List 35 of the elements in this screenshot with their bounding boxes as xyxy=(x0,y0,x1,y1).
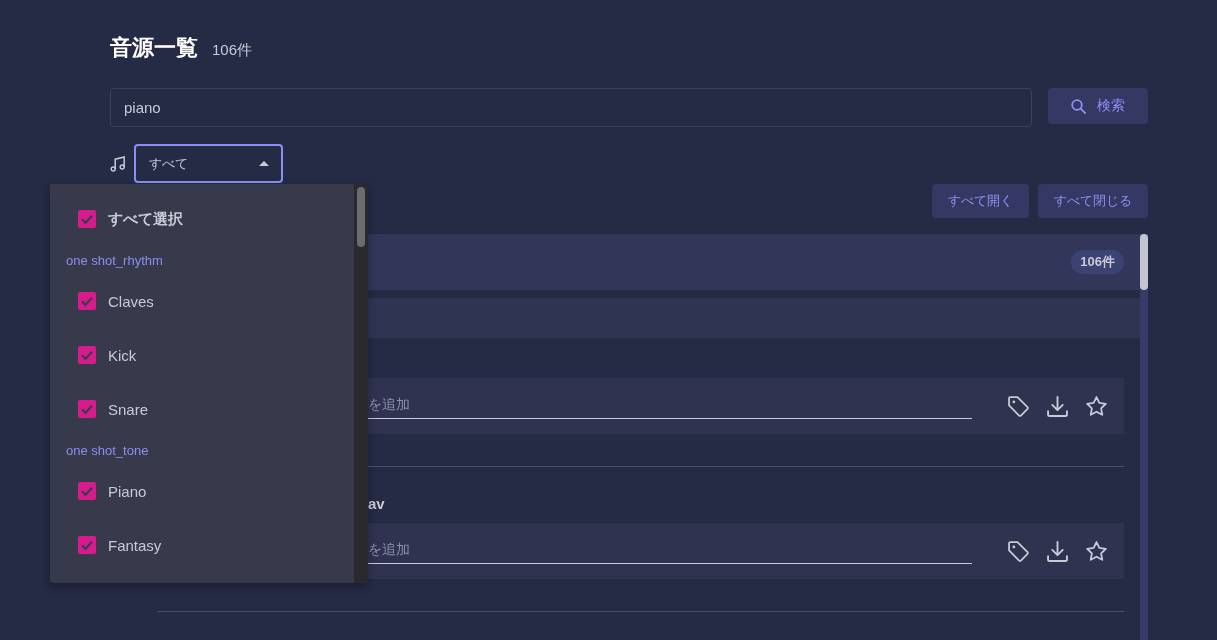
option-label: Kick xyxy=(108,346,137,364)
result-count: 106件 xyxy=(212,41,253,60)
search-button[interactable]: 検索 xyxy=(1048,88,1148,124)
checkbox[interactable] xyxy=(78,482,96,500)
option-label: Claves xyxy=(108,292,154,310)
checkbox[interactable] xyxy=(78,400,96,418)
file-name: av xyxy=(368,494,385,512)
download-icon[interactable] xyxy=(1047,395,1068,417)
tag-input-field[interactable]: を追加 xyxy=(368,534,972,564)
option-label: すべて選択 xyxy=(108,209,183,229)
download-icon[interactable] xyxy=(1047,540,1068,562)
option-label: Piano xyxy=(108,482,147,500)
toolbar-button[interactable]: すべて閉じる xyxy=(1038,184,1148,218)
caret-up-icon xyxy=(259,161,269,166)
toolbar-button[interactable]: すべて開く xyxy=(932,184,1029,218)
checkbox[interactable] xyxy=(78,346,96,364)
count-badge: 106件 xyxy=(1071,250,1124,274)
scrollbar-thumb[interactable] xyxy=(357,187,365,247)
category-select[interactable]: すべて xyxy=(134,144,283,183)
search-icon xyxy=(1071,98,1086,114)
music-note-icon xyxy=(110,155,126,172)
option-label: Snare xyxy=(108,400,149,418)
checkbox[interactable] xyxy=(78,210,96,228)
scrollbar-thumb[interactable] xyxy=(1140,234,1148,290)
tag-icon[interactable] xyxy=(1008,395,1029,417)
checkbox[interactable] xyxy=(78,536,96,554)
option-label: Fantasy xyxy=(108,536,162,554)
star-icon[interactable] xyxy=(1086,395,1107,417)
star-icon[interactable] xyxy=(1086,540,1107,562)
page-title: 音源一覧 xyxy=(110,34,198,62)
tag-input-field[interactable]: を追加 xyxy=(368,389,972,419)
checkbox[interactable] xyxy=(78,292,96,310)
group-label: one shot_tone xyxy=(66,442,149,458)
search-field[interactable]: piano xyxy=(110,88,1032,127)
tag-icon[interactable] xyxy=(1008,540,1029,562)
